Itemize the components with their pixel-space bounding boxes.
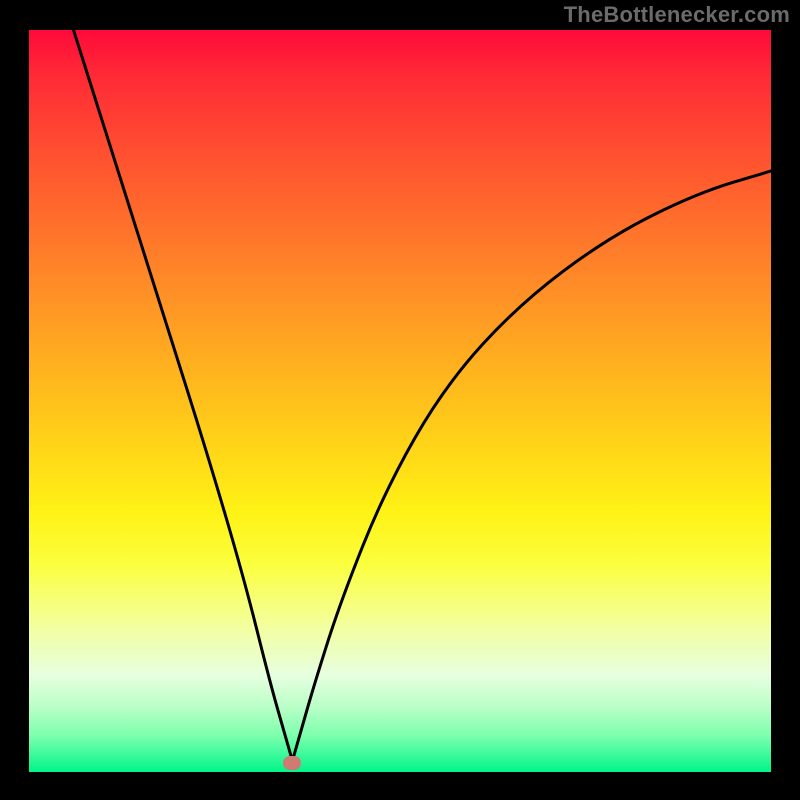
plot-area <box>29 30 771 772</box>
bottleneck-curve <box>29 30 771 772</box>
attribution-text: TheBottlenecker.com <box>564 2 790 28</box>
optimal-point-marker <box>283 756 301 770</box>
chart-frame: TheBottlenecker.com <box>0 0 800 800</box>
curve-path <box>74 30 771 761</box>
